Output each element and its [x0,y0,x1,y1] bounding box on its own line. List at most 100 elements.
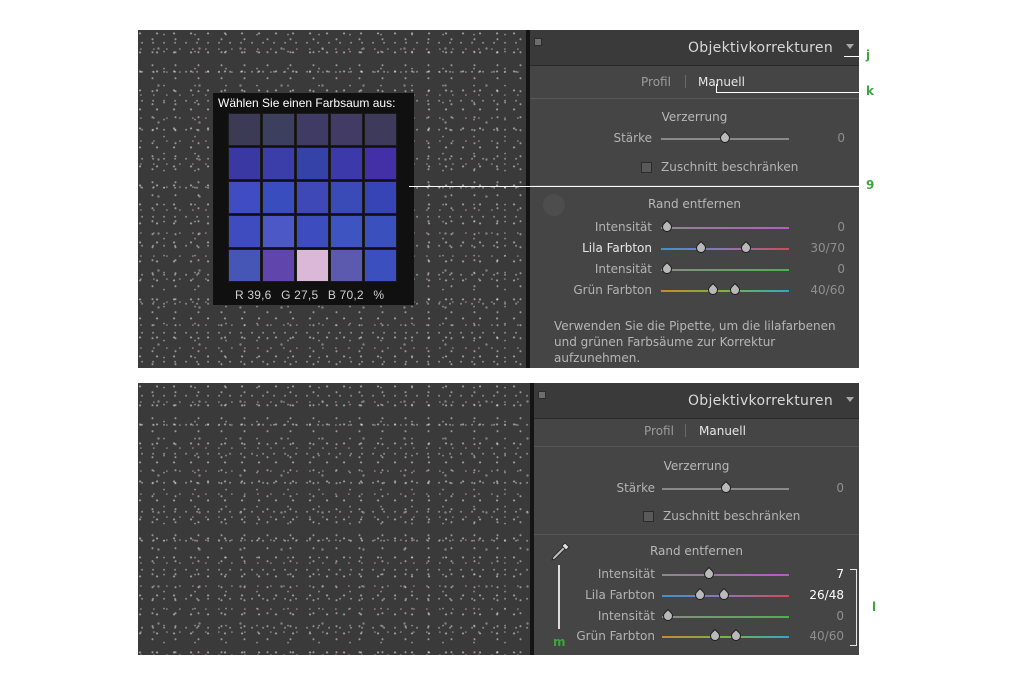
green-hue-slider-track[interactable] [661,290,789,292]
collapse-triangle-icon[interactable] [846,44,854,49]
green-hue-slider-track[interactable] [662,636,789,638]
constrain-crop-checkbox[interactable] [641,162,652,173]
callout-j: j [866,48,871,62]
purple-amount-slider-track[interactable] [661,227,789,229]
purple-hue-high-thumb[interactable] [738,240,754,256]
tab-divider [530,98,859,99]
color-swatch[interactable] [364,249,397,282]
green-hue-high-thumb[interactable] [727,282,743,298]
color-swatch[interactable] [296,181,329,214]
popup-title: Wählen Sie einen Farbsaum aus: [218,96,396,110]
eyedropper-icon[interactable] [548,540,572,564]
callout-bracket-l [850,569,857,646]
color-swatch[interactable] [296,113,329,146]
panel-toggle-switch[interactable] [538,391,546,399]
purple-amount-slider-track[interactable] [662,574,789,576]
green-hue-high-thumb[interactable] [728,628,744,644]
constrain-crop-label: Zuschnitt beschränken [663,509,801,523]
color-swatch[interactable] [262,249,295,282]
color-swatch[interactable] [296,215,329,248]
color-swatch[interactable] [262,215,295,248]
panel-toggle-switch[interactable] [534,38,542,46]
green-amount-slider-track[interactable] [662,616,789,618]
green-hue-label: Grün Farbton [576,629,655,643]
color-swatch[interactable] [228,113,261,146]
tab-manual[interactable]: Manuell [699,424,746,438]
photo-preview-bottom [138,383,530,655]
constrain-crop-checkbox[interactable] [643,511,654,522]
color-swatch[interactable] [330,181,363,214]
color-swatch[interactable] [296,147,329,180]
purple-amount-label: Intensität [597,567,655,581]
purple-hue-low-thumb[interactable] [693,240,709,256]
color-swatch[interactable] [296,249,329,282]
purple-amount-slider-thumb[interactable] [701,566,717,582]
purple-hue-high-thumb[interactable] [716,587,732,603]
callout-line-k [716,92,860,93]
tab-divider [534,446,859,447]
blue-value: B 70,2 [327,288,364,302]
callout-9: 9 [866,178,875,192]
collapse-triangle-icon[interactable] [846,397,854,402]
color-swatch[interactable] [364,215,397,248]
color-swatch[interactable] [262,113,295,146]
fringe-color-picker-popup: Wählen Sie einen Farbsaum aus: R 39,6 G … [213,93,414,305]
color-swatch[interactable] [330,215,363,248]
green-hue-low-thumb[interactable] [707,628,723,644]
percent-unit: % [373,288,385,302]
green-hue-label: Grün Farbton [573,283,652,297]
amount-label: Stärke [613,131,652,145]
color-swatch[interactable] [364,113,397,146]
color-swatch[interactable] [228,147,261,180]
callout-l: l [872,600,877,614]
callout-line-j [844,56,862,57]
green-amount-slider-track[interactable] [661,269,789,271]
red-value: R 39,6 [235,288,272,302]
purple-amount-value: 0 [837,220,845,234]
color-swatch[interactable] [330,249,363,282]
distortion-value: 0 [836,481,844,495]
color-swatch[interactable] [330,113,363,146]
callout-m: m [553,635,566,649]
purple-hue-low-thumb[interactable] [692,587,708,603]
green-hue-value: 40/60 [810,283,845,297]
panel-header[interactable]: Objektivkorrekturen [534,383,859,419]
distortion-section-title: Verzerrung [661,110,728,124]
green-value: G 27,5 [281,288,319,302]
purple-amount-value: 7 [836,567,844,581]
defringe-section-title: Rand entfernen [649,544,744,558]
green-amount-slider-thumb[interactable] [659,261,675,277]
fringe-color-grid[interactable] [228,113,400,285]
color-swatch[interactable] [228,215,261,248]
purple-hue-value: 26/48 [809,588,844,602]
callout-line-k-tick [716,84,717,92]
color-swatch[interactable] [228,181,261,214]
panel-header[interactable]: Objektivkorrekturen [530,30,859,66]
green-hue-value: 40/60 [809,629,844,643]
color-swatch[interactable] [330,147,363,180]
distortion-slider-thumb[interactable] [718,480,734,496]
eyedropper-hint-text: Verwenden Sie die Pipette, um die lilafa… [554,318,836,366]
callout-k: k [866,84,874,98]
amount-label: Stärke [616,481,655,495]
tab-profile[interactable]: Profil [641,75,671,89]
tab-separator [685,75,686,88]
green-amount-slider-thumb[interactable] [660,608,676,624]
purple-amount-slider-thumb[interactable] [659,219,675,235]
green-amount-value: 0 [836,609,844,623]
hint-line: und grünen Farbsäume zur Korrektur [554,335,776,349]
color-swatch[interactable] [262,147,295,180]
distortion-section-title: Verzerrung [663,459,730,473]
color-swatch[interactable] [364,147,397,180]
green-hue-low-thumb[interactable] [705,282,721,298]
distortion-slider-thumb[interactable] [717,130,733,146]
purple-hue-label: Lila Farbton [585,588,655,602]
color-swatch[interactable] [364,181,397,214]
tab-manual[interactable]: Manuell [698,75,745,89]
tab-profile[interactable]: Profil [644,424,674,438]
purple-amount-label: Intensität [594,220,652,234]
purple-hue-slider-track[interactable] [661,248,789,250]
color-swatch[interactable] [228,249,261,282]
hint-line: aufzunehmen. [554,351,641,365]
color-swatch[interactable] [262,181,295,214]
